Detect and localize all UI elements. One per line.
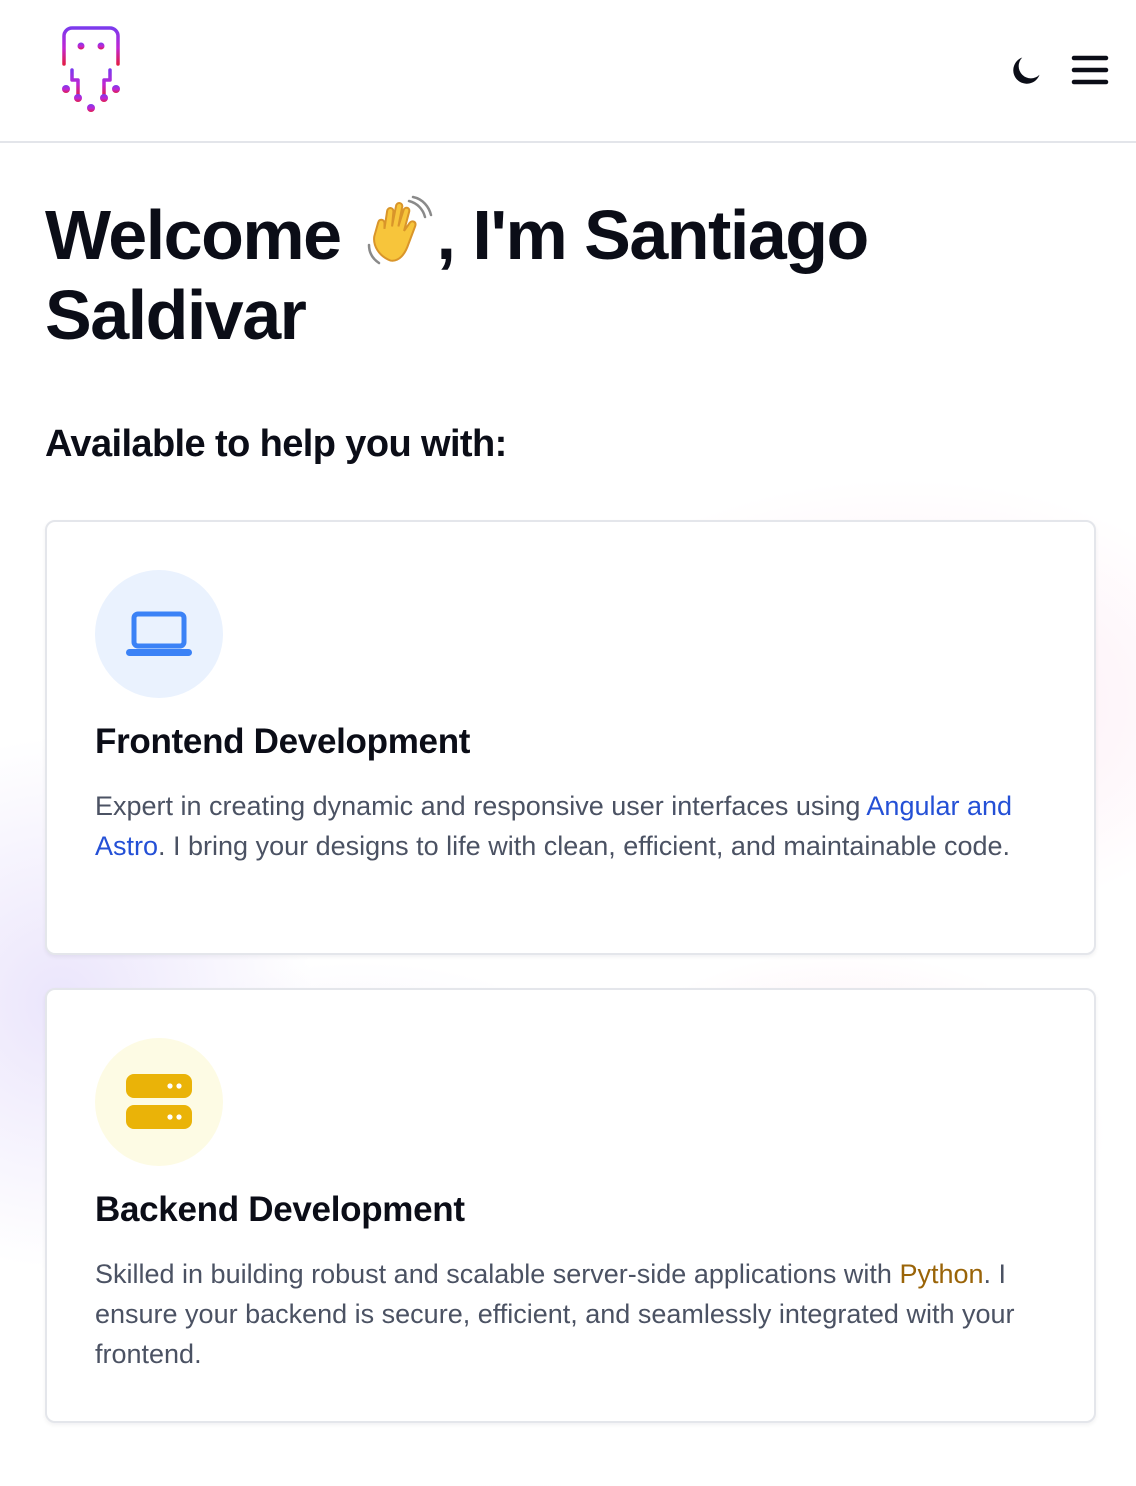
moon-icon xyxy=(1013,57,1040,84)
theme-toggle-button[interactable] xyxy=(1005,50,1047,92)
server-icon xyxy=(126,1074,192,1129)
octopus-logo[interactable] xyxy=(58,26,124,112)
icon-circle xyxy=(95,570,223,698)
waving-hand-icon xyxy=(361,195,435,269)
service-title: Frontend Development xyxy=(95,722,471,761)
service-description: Expert in creating dynamic and responsiv… xyxy=(95,791,1013,861)
service-description: Skilled in building robust and scalable … xyxy=(95,1259,1015,1369)
menu-button[interactable] xyxy=(1068,48,1112,92)
hero-title: Welcome , I'm Santiago Saldivar xyxy=(45,195,869,354)
service-card-frontend: Frontend Development Expert in creating … xyxy=(45,520,1096,955)
service-title: Backend Development xyxy=(95,1190,465,1229)
laptop-icon xyxy=(126,611,192,656)
services-heading: Available to help you with: xyxy=(45,423,507,465)
service-card-backend: Backend Development Skilled in building … xyxy=(45,988,1096,1423)
tech-highlight: Python xyxy=(899,1259,984,1289)
icon-circle xyxy=(95,1038,223,1166)
hamburger-menu-icon xyxy=(1071,55,1109,85)
site-header xyxy=(0,0,1136,143)
